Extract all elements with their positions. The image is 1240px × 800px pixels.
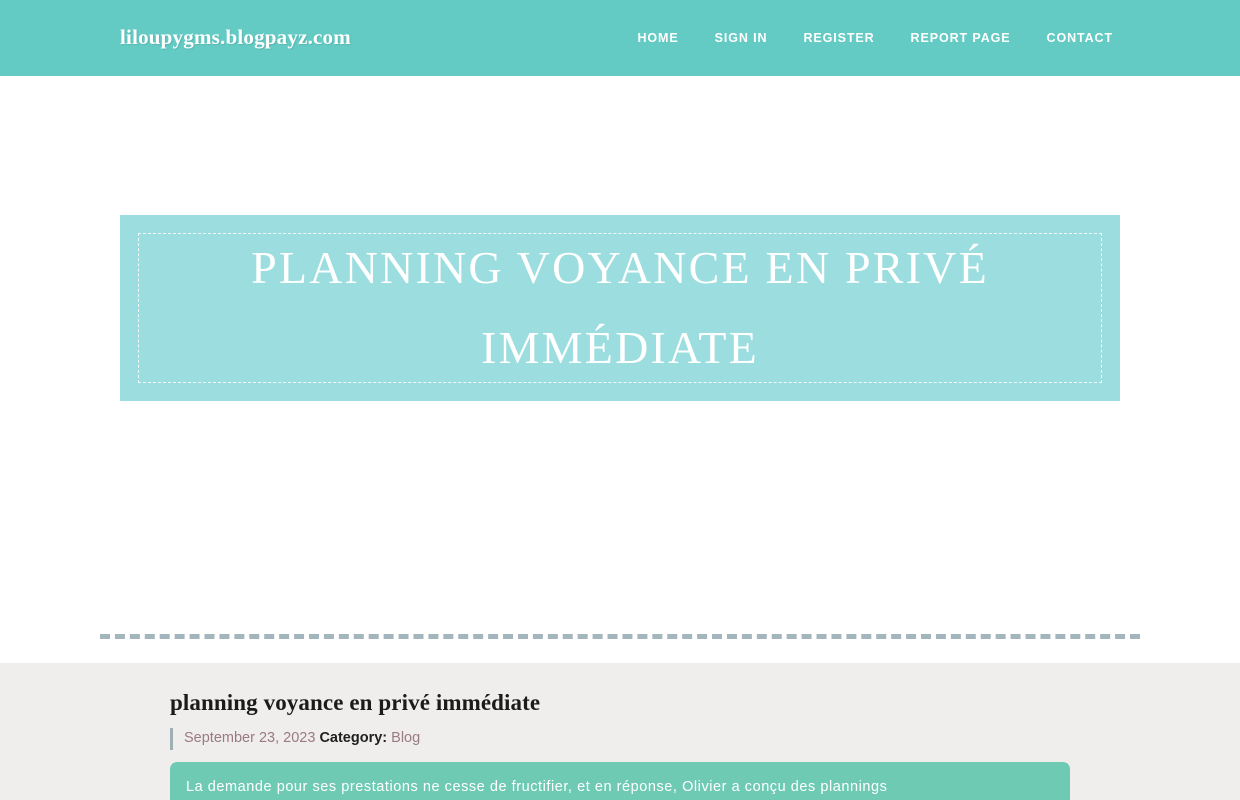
hero-title: PLANNING VOYANCE EN PRIVé IMMéDIATE — [251, 242, 989, 373]
nav-item-report-page[interactable]: REPORT PAGE — [893, 23, 1029, 53]
site-header: liloupygms.blogpayz.com HOME SIGN IN REG… — [0, 0, 1240, 76]
post-container: planning voyance en privé immédiate Sept… — [170, 663, 1070, 800]
post-excerpt-callout: La demande pour ses prestations ne cesse… — [170, 762, 1070, 800]
nav-item-home[interactable]: HOME — [619, 23, 696, 53]
post-title: planning voyance en privé immédiate — [170, 690, 541, 715]
site-logo[interactable]: liloupygms.blogpayz.com — [120, 25, 351, 50]
nav-item-sign-in[interactable]: SIGN IN — [697, 23, 786, 53]
post-section: planning voyance en privé immédiate Sept… — [0, 663, 1240, 800]
nav-item-contact[interactable]: CONTACT — [1029, 23, 1113, 53]
nav-item-register[interactable]: REGISTER — [785, 23, 892, 53]
category-label: Category: — [319, 730, 388, 746]
section-divider — [100, 634, 1140, 639]
post-meta: September 23, 2023 Category: Blog — [170, 728, 1070, 750]
category-link-blog[interactable]: Blog — [391, 730, 420, 746]
post-date[interactable]: September 23, 2023 — [184, 730, 315, 746]
main-navigation: HOME SIGN IN REGISTER REPORT PAGE CONTAC… — [619, 23, 1113, 53]
hero-banner: PLANNING VOYANCE EN PRIVé IMMéDIATE — [120, 215, 1120, 401]
page-root: liloupygms.blogpayz.com HOME SIGN IN REG… — [0, 0, 1240, 800]
